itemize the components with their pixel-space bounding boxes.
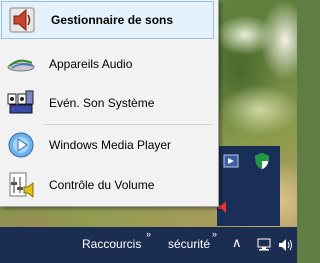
volume-icon[interactable] bbox=[277, 237, 293, 253]
system-sounds-icon bbox=[7, 90, 34, 114]
menu-item-windows-media-player[interactable]: Windows Media Player bbox=[0, 126, 214, 164]
menu-item-system-sounds[interactable]: Evén. Son Système bbox=[0, 84, 214, 122]
menu-separator bbox=[44, 124, 212, 125]
network-icon[interactable] bbox=[256, 237, 272, 253]
toolbar-securite[interactable]: sécurité bbox=[168, 237, 210, 251]
taskbar: » Raccourcis » sécurité ∧ bbox=[0, 227, 297, 263]
volume-control-icon bbox=[9, 172, 34, 199]
menu-item-label: Contrôle du Volume bbox=[49, 178, 155, 192]
desktop-wallpaper: Gestionnaire de sons Appareils Audio Evé… bbox=[0, 0, 297, 227]
menu-item-label: Gestionnaire de sons bbox=[51, 13, 174, 27]
toolbar-raccourcis[interactable]: Raccourcis bbox=[82, 237, 141, 251]
menu-item-label: Windows Media Player bbox=[49, 138, 172, 152]
speaker-icon bbox=[9, 7, 35, 33]
audio-device-icon bbox=[7, 59, 35, 72]
menu-item-label: Appareils Audio bbox=[49, 57, 133, 71]
menu-item-sound-manager[interactable]: Gestionnaire de sons bbox=[1, 1, 214, 39]
menu-item-audio-devices[interactable]: Appareils Audio bbox=[0, 45, 214, 83]
sound-context-menu: Gestionnaire de sons Appareils Audio Evé… bbox=[0, 0, 219, 207]
menu-item-volume-control[interactable]: Contrôle du Volume bbox=[0, 166, 214, 204]
media-player-icon bbox=[8, 132, 34, 158]
show-hidden-icons-button[interactable]: ∧ bbox=[232, 235, 242, 251]
security-shield-icon[interactable] bbox=[253, 152, 271, 170]
media-tray-icon[interactable] bbox=[222, 152, 240, 170]
tray-overflow-panel bbox=[217, 146, 280, 226]
toolbar-chevron[interactable]: » bbox=[212, 229, 217, 239]
menu-item-label: Evén. Son Système bbox=[49, 96, 155, 110]
toolbar-chevron[interactable]: » bbox=[146, 229, 151, 239]
